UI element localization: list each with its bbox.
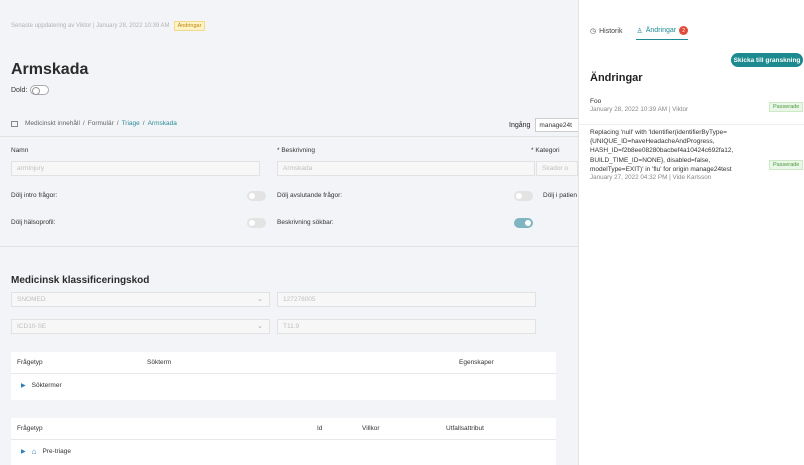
hide-final-toggle[interactable] [514, 191, 533, 201]
home-icon: ⌂ [31, 446, 37, 456]
change-text: Replacing 'null' with 'Identifier(identi… [590, 128, 770, 174]
last-updated-text: Senaste uppdatering av Viktor | January … [11, 23, 170, 29]
breadcrumb-medical-content[interactable]: Medicinskt innehåll [25, 120, 80, 127]
tab-changes[interactable]: ♙ Ändringar 2 [636, 26, 689, 40]
description-field[interactable]: Armskada [277, 161, 535, 176]
clock-icon: ◷ [590, 28, 597, 35]
chevron-down-icon: ⌄ [257, 296, 263, 303]
panel-heading: Ändringar [590, 72, 643, 84]
change-text: Foo [590, 98, 602, 105]
status-badge: Passerade [769, 160, 804, 170]
tab-changes-label: Ändringar [645, 27, 677, 34]
name-label: Namn [11, 147, 29, 154]
tab-history[interactable]: ◷ Historik [590, 26, 622, 40]
column-header: Villkor [362, 425, 380, 432]
classification-system-select[interactable]: SNOMED ⌄ [11, 292, 270, 307]
chevron-down-icon: ⌄ [257, 323, 263, 330]
hide-health-toggle[interactable] [247, 218, 266, 228]
hide-intro-toggle[interactable] [247, 191, 266, 201]
change-item: Foo January 28, 2022 10:39 AM | Viktor [590, 97, 770, 115]
changes-panel: ◷ Historik ♙ Ändringar 2 Skicka till gra… [578, 0, 804, 465]
ingang-row: Ingång manage24t [509, 118, 578, 132]
column-header: Frågetyp [17, 359, 43, 366]
change-text-line: BUILD_TIME_ID=NONE}, disabled=false, [590, 156, 711, 164]
table-header: Frågetyp Id Villkor Utfallsattribut [11, 418, 556, 440]
classification-code-field[interactable]: T11.9 [277, 319, 536, 334]
table-row[interactable]: ▶ Söktermer [11, 374, 556, 396]
change-text-line: HASH_ID=f2b8ee08280bacbef4a10424c692fa12… [590, 147, 734, 155]
divider [0, 136, 578, 137]
breadcrumb-separator: / [116, 120, 119, 127]
hidden-row: Dold: [11, 85, 50, 95]
change-meta: January 27, 2022 04:32 PM | Vide Karlsso… [590, 174, 712, 182]
column-header: Utfallsattribut [446, 425, 484, 432]
expand-icon[interactable]: ▶ [21, 448, 26, 455]
column-header: Egenskaper [459, 359, 494, 366]
table-header: Frågetyp Sökterm Egenskaper [11, 352, 556, 374]
hidden-label: Dold: [11, 86, 28, 94]
column-header: Id [317, 425, 323, 432]
questions-table: Frågetyp Id Villkor Utfallsattribut ▶ ⌂ … [11, 418, 556, 465]
divider [0, 246, 578, 247]
breadcrumb: Medicinskt innehåll / Formulär / Triage … [11, 120, 177, 127]
breadcrumb-separator: / [82, 120, 85, 127]
tab-history-label: Historik [599, 27, 623, 35]
table-row[interactable]: ▶ ⌂ Pre-triage [11, 440, 556, 462]
breadcrumb-separator: / [142, 120, 145, 127]
expand-icon[interactable]: ▶ [21, 382, 26, 389]
desc-searchable-toggle[interactable] [514, 218, 533, 228]
description-label: * Beskrivning [277, 147, 315, 154]
hide-intro-label: Dölj intro frågor: [11, 192, 58, 199]
column-header: Frågetyp [17, 425, 43, 432]
send-to-review-button[interactable]: Skicka till granskning [731, 53, 803, 67]
changes-count-badge: 2 [679, 26, 689, 35]
row-label: Pre-triage [42, 447, 72, 455]
user-icon: ♙ [636, 27, 643, 35]
status-badge: Passerade [769, 102, 804, 112]
classification-heading: Medicinsk klassificeringskod [11, 275, 150, 286]
column-header: Sökterm [147, 359, 172, 366]
category-label: * Kategori [531, 147, 560, 154]
hide-health-label: Dölj hälsoprofil: [11, 219, 56, 226]
breadcrumb-current: Armskada [147, 120, 177, 127]
category-field[interactable]: Skador o [536, 161, 578, 176]
classification-code-field[interactable]: 127278005 [277, 292, 536, 307]
hide-patient-label: Dölj i patien [543, 192, 577, 199]
ingang-label: Ingång [509, 121, 531, 129]
hide-final-label: Dölj avslutande frågor: [277, 192, 343, 199]
change-text-line: Replacing 'null' with 'Identifier(identi… [590, 129, 727, 136]
breadcrumb-forms[interactable]: Formulär [88, 120, 114, 127]
divider [579, 124, 804, 125]
hidden-toggle[interactable] [30, 85, 50, 95]
search-terms-table: Frågetyp Sökterm Egenskaper ▶ Söktermer [11, 352, 556, 400]
last-updated: Senaste uppdatering av Viktor | January … [11, 21, 206, 31]
row-label: Söktermer [31, 381, 62, 389]
breadcrumb-triage[interactable]: Triage [122, 120, 140, 127]
ingang-select[interactable]: manage24t [535, 118, 578, 132]
main-content: Senaste uppdatering av Viktor | January … [0, 0, 578, 465]
classification-system-value: SNOMED [17, 296, 46, 303]
grid-icon [11, 120, 18, 127]
classification-system-select[interactable]: ICD10-SE ⌄ [11, 319, 270, 334]
name-field[interactable]: armInjury [11, 161, 260, 176]
changes-badge: Ändringar [173, 21, 206, 31]
desc-searchable-label: Beskrivning sökbar: [277, 219, 334, 226]
change-meta: January 28, 2022 10:39 AM | Viktor [590, 106, 689, 114]
page-title: Armskada [11, 61, 89, 78]
change-item: Replacing 'null' with 'Identifier(identi… [590, 128, 770, 183]
change-text-line: modelType=EXIT)' in 'flu' for origin man… [590, 165, 732, 173]
classification-system-value: ICD10-SE [17, 323, 47, 330]
panel-tabs: ◷ Historik ♙ Ändringar 2 [590, 26, 689, 40]
change-text-line: {UNIQUE_ID=haveHeadacheAndProgress, [590, 138, 715, 146]
